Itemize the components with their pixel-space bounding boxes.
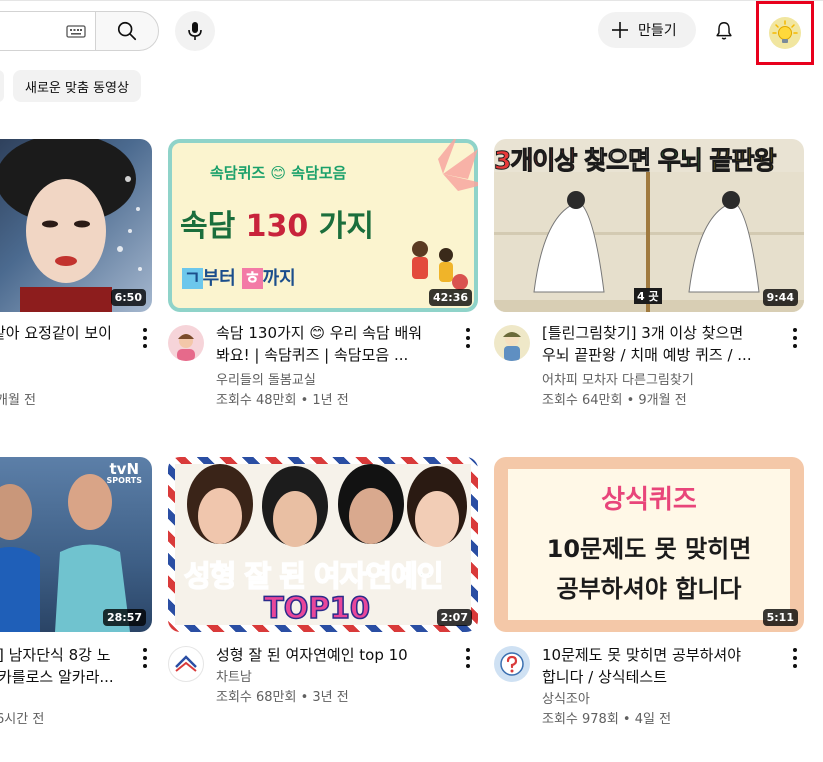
more-options-button[interactable] — [465, 648, 471, 668]
character-avatar-icon — [503, 332, 521, 361]
video-title-line: 우뇌 끝판왕 / 치매 예방 퀴즈 / ... — [542, 346, 752, 364]
chip-label: 새로운 맞춤 동영상 — [25, 80, 129, 96]
video-meta: 조회수 978회 • 4일 전 — [542, 712, 672, 727]
difference-counter: 4 곳 — [634, 288, 662, 304]
channel-name[interactable]: 상식조아 — [542, 690, 590, 710]
more-options-button[interactable] — [792, 328, 798, 348]
thumbnail-headline: 성형 잘 된 여자연예인 — [183, 553, 445, 595]
thumbnail-headline-number: 130 — [245, 209, 309, 244]
voice-search-button[interactable] — [175, 11, 215, 51]
children-illustration — [412, 241, 468, 290]
video-meta: 조회수 48만회 • 1년 전 — [216, 393, 349, 408]
avatar[interactable] — [769, 17, 801, 49]
thumbnail-range-to: ㅎ — [241, 268, 263, 289]
thumbnail-range-end: 까지 — [262, 268, 296, 289]
video-title-line: 성형 잘 된 여자연예인 top 10 — [216, 646, 408, 664]
video-thumbnail[interactable]: 성형 잘 된 여자연예인 TOP10 2:07 — [168, 457, 478, 632]
chart-logo-icon — [175, 655, 197, 672]
video-title-line: 같아 요정같이 보이 — [0, 324, 112, 342]
video-meta: 조회수 68만회 • 3년 전 — [216, 690, 349, 705]
channel-name[interactable]: 차트남 — [216, 668, 252, 688]
thumbnail-line: 10문제도 못 맞히면 — [546, 535, 752, 563]
thumbnail-subheadline: TOP10 — [263, 590, 371, 626]
portraits-illustration — [187, 464, 467, 547]
keyboard-icon[interactable] — [66, 21, 86, 41]
video-title[interactable]: ] 남자단식 8강 노 카를로스 알카라... — [0, 644, 134, 688]
video-title[interactable]: 같아 요정같이 보이 — [0, 322, 132, 366]
video-title-line: 합니다 / 상식테스트 — [542, 668, 667, 686]
video-title-line: ] 남자단식 8강 노 — [0, 646, 111, 664]
logo-main: tvN — [109, 460, 140, 478]
video-title[interactable]: 성형 잘 된 여자연예인 top 10 — [216, 644, 456, 666]
video-title-line: 봐요! | 속담퀴즈 | 속담모음 ... — [216, 346, 409, 364]
thumbnail-headline-b: 여자 — [313, 558, 367, 594]
video-thumbnail[interactable]: tvN SPORTS 28:57 — [0, 457, 152, 632]
video-duration: 6:50 — [110, 289, 146, 306]
thumbnail-range: ㄱ 부터 ㅎ 까지 — [182, 264, 296, 290]
thumbnail-headline-a: 성형 잘 된 — [183, 558, 315, 594]
teacher-avatar-icon — [177, 334, 195, 361]
video-duration: 5:11 — [762, 609, 798, 626]
more-options-button[interactable] — [142, 328, 148, 348]
video-title-line: 카를로스 알카라... — [0, 668, 114, 686]
thumbnail-subtitle: 속담퀴즈 😊 속담모음 — [210, 164, 347, 182]
thumbnail-headline-d: 끝판왕 — [709, 146, 777, 176]
channel-name[interactable]: 어차피 모차자 다른그림찾기 — [542, 371, 694, 391]
video-duration: 42:36 — [428, 289, 472, 306]
more-options-button[interactable] — [792, 648, 798, 668]
channel-avatar[interactable] — [494, 325, 530, 361]
thumbnail-headline-a: 3개이상 — [494, 146, 585, 176]
video-meta: 6시간 전 — [0, 712, 45, 727]
video-title[interactable]: 10문제도 못 맞히면 공부하셔야 합니다 / 상식테스트 — [542, 644, 782, 688]
video-title[interactable]: 속담 130가지 😊 우리 속담 배워 봐요! | 속담퀴즈 | 속담모음 ..… — [216, 322, 456, 366]
video-title-line: 속담 130가지 😊 우리 속담 배워 — [216, 324, 423, 342]
thumbnail-headline-a: 속담 — [180, 209, 246, 244]
lightbulb-icon — [772, 20, 798, 43]
bell-icon — [716, 22, 732, 40]
top-divider — [0, 0, 823, 1]
channel-avatar[interactable] — [168, 325, 204, 361]
video-duration: 28:57 — [102, 609, 146, 626]
thumbnail-range-from: ㄱ — [182, 268, 203, 289]
thumbnail-headline: 속담 130 가지 — [180, 201, 374, 245]
video-thumbnail[interactable]: 속담퀴즈 😊 속담모음 속담 130 가지 ㄱ 부터 ㅎ 까지 42:36 — [168, 139, 478, 312]
more-options-button[interactable] — [465, 328, 471, 348]
channel-name[interactable]: 우리들의 돌봄교실 — [216, 371, 316, 391]
plus-icon — [612, 22, 628, 38]
logo-sub: SPORTS — [106, 476, 142, 485]
search-icon — [117, 21, 137, 41]
video-title-line: [틀린그림찾기] 3개 이상 찾으면 — [542, 324, 744, 342]
video-meta: 조회수 64만회 • 9개월 전 — [542, 393, 687, 408]
video-title[interactable]: [틀린그림찾기] 3개 이상 찾으면 우뇌 끝판왕 / 치매 예방 퀴즈 / .… — [542, 322, 782, 366]
video-thumbnail[interactable]: 3개이상 찾으면 우뇌 끝판왕 4 곳 9:44 — [494, 139, 804, 312]
thumbnail-line: 공부하셔야 합니다 — [556, 575, 742, 603]
video-thumbnail[interactable]: 6:50 — [0, 139, 152, 312]
thumbnail-title: 상식퀴즈 — [601, 485, 697, 515]
video-title-line: 10문제도 못 맞히면 공부하셔야 — [542, 646, 741, 664]
channel-logo-text: tvN SPORTS — [106, 460, 142, 487]
video-thumbnail[interactable]: 상식퀴즈 10문제도 못 맞히면 공부하셔야 합니다 5:11 — [494, 457, 804, 632]
thumbnail-headline-c: 가지 — [308, 209, 374, 244]
create-label: 만들기 — [638, 23, 677, 39]
question-mark-icon — [500, 652, 524, 676]
chip-new-recommended[interactable]: 새로운 맞춤 동영상 — [13, 70, 141, 102]
video-duration: 2:07 — [436, 609, 472, 626]
notifications-button[interactable] — [704, 11, 744, 51]
account-avatar-highlight[interactable] — [756, 1, 814, 65]
thumbnail-headline-c: 우뇌 — [657, 146, 710, 176]
thumbnail-range-mid: 부터 — [202, 268, 242, 289]
thumbnail-headline-c: 연예인 — [365, 558, 445, 594]
create-button[interactable]: 만들기 — [598, 12, 696, 48]
video-duration: 9:44 — [762, 289, 798, 306]
thumbnail-portrait — [0, 139, 142, 312]
thumbnail-headline-b: 찾으면 — [584, 146, 658, 176]
more-options-button[interactable] — [142, 648, 148, 668]
chip-previous[interactable] — [0, 70, 4, 102]
channel-avatar[interactable] — [168, 646, 204, 682]
channel-avatar[interactable] — [494, 646, 530, 682]
video-meta: 개월 전 — [0, 393, 37, 408]
microphone-icon — [188, 22, 202, 40]
search-button[interactable] — [95, 11, 159, 51]
leaf-decoration-icon — [438, 139, 478, 191]
